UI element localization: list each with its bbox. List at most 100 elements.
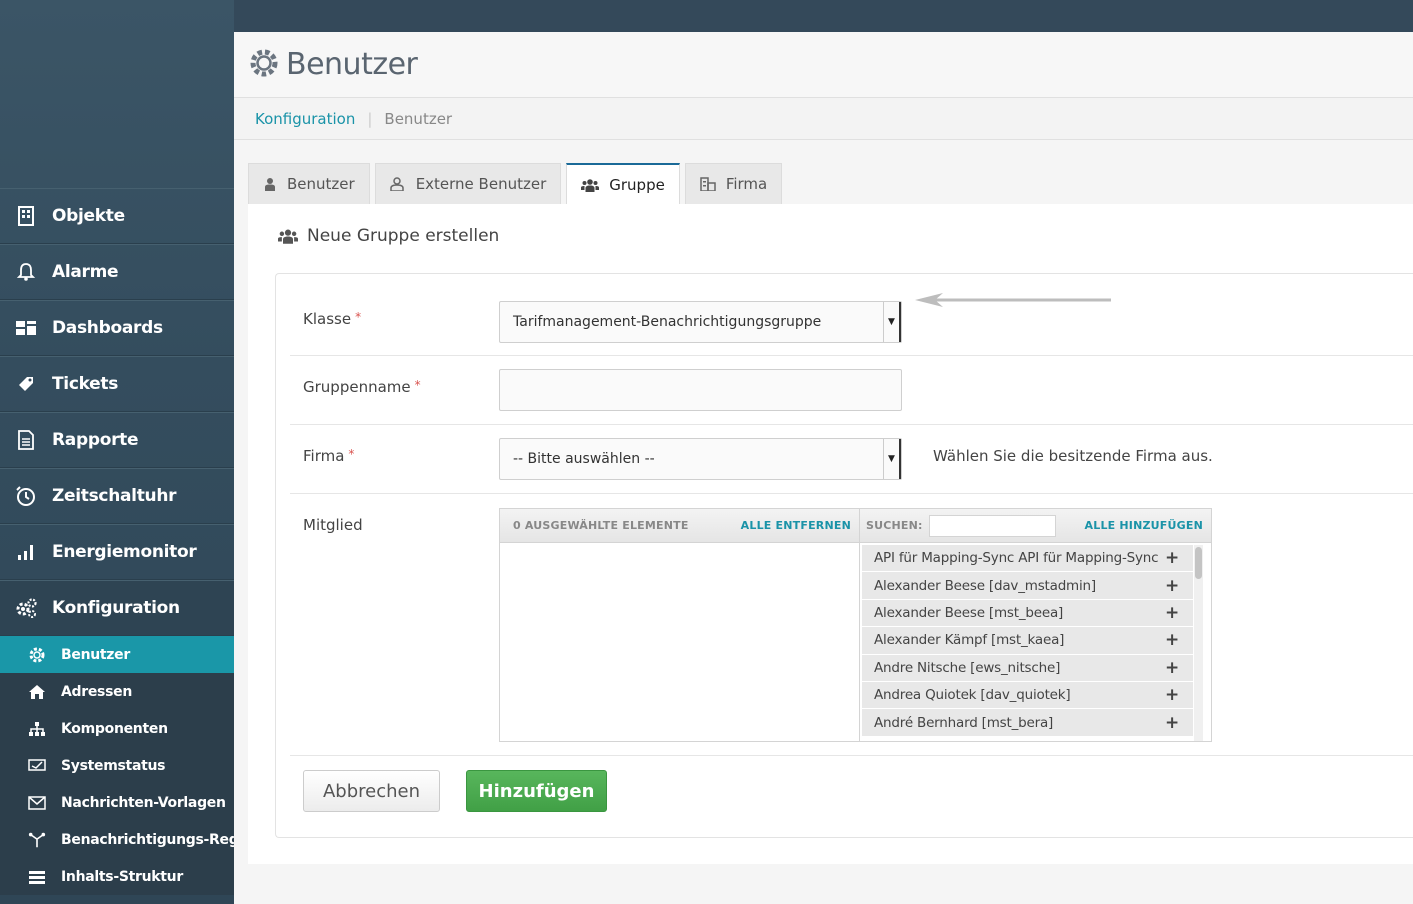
nav-item-zeitschaltuhr[interactable]: Zeitschaltuhr <box>0 468 234 524</box>
member-multiselect: 0 AUSGEWÄHLTE ELEMENTE ALLE ENTFERNEN SU… <box>499 508 1212 742</box>
main-content: Benutzer Konfiguration | Benutzer Benutz… <box>234 32 1413 904</box>
tab-externe-benutzer[interactable]: Externe Benutzer <box>374 163 562 204</box>
home-icon <box>28 683 46 701</box>
mitglied-label: Mitglied <box>303 516 363 534</box>
list-item[interactable]: Andre Nitsche [ews_nitsche] + <box>862 654 1193 682</box>
building-icon <box>14 204 38 228</box>
nav-item-alarme[interactable]: Alarme <box>0 244 234 300</box>
dashboard-icon <box>14 316 38 340</box>
sitemap-icon <box>28 720 46 738</box>
nav-item-label: Energiemonitor <box>52 542 197 562</box>
selected-members-header: 0 AUSGEWÄHLTE ELEMENTE ALLE ENTFERNEN <box>500 509 859 543</box>
external-user-icon <box>389 177 406 191</box>
caret-down-icon: ▼ <box>883 439 901 479</box>
form-row-mitglied: Mitglied 0 AUSGEWÄHLTE ELEMENTE ALLE ENT… <box>290 494 1413 756</box>
required-marker: * <box>355 310 362 324</box>
sidebar-item-label: Adressen <box>61 683 132 700</box>
nav-item-label: Alarme <box>52 262 119 282</box>
available-members-header: SUCHEN: ALLE HINZUFÜGEN <box>860 509 1211 543</box>
ticket-icon <box>14 372 38 396</box>
scrollbar-thumb[interactable] <box>1195 547 1202 579</box>
plus-icon[interactable]: + <box>1165 658 1179 678</box>
document-icon <box>14 428 38 452</box>
list-icon <box>28 868 46 886</box>
sidebar-item-inhalts-struktur[interactable]: Inhalts-Struktur <box>0 858 234 895</box>
gruppenname-input[interactable] <box>499 369 902 411</box>
nav-item-konfiguration[interactable]: Konfiguration <box>0 580 234 636</box>
nav-item-label: Rapporte <box>52 430 139 450</box>
add-all-link[interactable]: ALLE HINZUFÜGEN <box>1085 519 1203 532</box>
sidebar-item-benachrichtigungs-regeln[interactable]: Benachrichtigungs-Regeln <box>0 821 234 858</box>
search-label: SUCHEN: <box>866 519 923 532</box>
page-title: Benutzer <box>286 47 418 82</box>
nav-item-energiemonitor[interactable]: Energiemonitor <box>0 524 234 580</box>
sidebar-item-systemstatus[interactable]: Systemstatus <box>0 747 234 784</box>
selected-count: 0 AUSGEWÄHLTE ELEMENTE <box>513 519 689 532</box>
group-icon <box>278 228 298 244</box>
tab-panel-gruppe: Neue Gruppe erstellen Klasse * Tarifmanag… <box>248 204 1413 864</box>
gear-icon <box>248 47 280 83</box>
tab-label: Externe Benutzer <box>415 175 547 193</box>
nav-item-rapporte[interactable]: Rapporte <box>0 412 234 468</box>
nav-item-tickets[interactable]: Tickets <box>0 356 234 412</box>
subnav-konfiguration: Benutzer Adressen Komponenten Systemstat… <box>0 636 234 895</box>
page-header: Benutzer <box>234 32 1413 98</box>
required-marker: * <box>348 447 355 461</box>
tab-gruppe[interactable]: Gruppe <box>566 163 680 205</box>
sidebar: Objekte Alarme Dashboards Tickets Rappor… <box>0 0 234 904</box>
list-item[interactable]: Alexander Kämpf [mst_kaea] + <box>862 627 1193 655</box>
klasse-select-value: Tarifmanagement-Benachrichtigungsgruppe <box>513 314 822 330</box>
required-marker: * <box>414 378 421 392</box>
tab-firma[interactable]: Firma <box>684 163 783 204</box>
remove-all-link[interactable]: ALLE ENTFERNEN <box>741 519 851 532</box>
firma-select[interactable]: -- Bitte auswählen -- ▼ <box>499 438 902 480</box>
sidebar-item-label: Komponenten <box>61 720 168 737</box>
breadcrumb-link-konfiguration[interactable]: Konfiguration <box>255 110 355 128</box>
caret-down-icon: ▼ <box>883 302 901 342</box>
plus-icon[interactable]: + <box>1165 685 1179 705</box>
add-button[interactable]: Hinzufügen <box>466 770 607 812</box>
sidebar-item-label: Nachrichten-Vorlagen <box>61 794 226 811</box>
panel-title: Neue Gruppe erstellen <box>278 226 499 246</box>
nav-item-label: Konfiguration <box>52 598 180 618</box>
search-wrap: SUCHEN: <box>866 514 1056 537</box>
list-item[interactable]: Alexander Beese [mst_beea] + <box>862 599 1193 628</box>
status-icon <box>28 757 46 775</box>
klasse-label: Klasse * <box>303 310 362 328</box>
nav-item-label: Zeitschaltuhr <box>52 486 177 506</box>
plus-icon[interactable]: + <box>1165 630 1179 650</box>
sidebar-item-benutzer[interactable]: Benutzer <box>0 636 234 673</box>
form-row-klasse: Klasse * Tarifmanagement-Benachrichtigung… <box>290 274 1413 356</box>
list-item[interactable]: API für Mapping-Sync API für Mapping-Syn… <box>862 545 1193 573</box>
search-input[interactable] <box>928 514 1056 537</box>
nav-item-label: Tickets <box>52 374 119 394</box>
nav-item-dashboards[interactable]: Dashboards <box>0 300 234 356</box>
panel-title-text: Neue Gruppe erstellen <box>307 226 500 246</box>
fork-icon <box>28 831 46 849</box>
list-item[interactable]: Alexander Beese [dav_mstadmin] + <box>862 572 1193 600</box>
nav-item-objekte[interactable]: Objekte <box>0 188 234 244</box>
plus-icon[interactable]: + <box>1165 603 1179 623</box>
list-item[interactable]: André Bernhard [mst_bera] + <box>862 709 1193 737</box>
list-item[interactable]: Andrea Quiotek [dav_quiotek] + <box>862 681 1193 710</box>
company-icon <box>700 177 716 191</box>
bell-icon <box>14 260 38 284</box>
nav-item-label: Objekte <box>52 206 125 226</box>
main-nav: Objekte Alarme Dashboards Tickets Rappor… <box>0 188 234 895</box>
sidebar-item-komponenten[interactable]: Komponenten <box>0 710 234 747</box>
list-scrollbar[interactable] <box>1194 545 1203 741</box>
envelope-icon <box>28 794 46 812</box>
plus-icon[interactable]: + <box>1165 576 1179 596</box>
form-row-firma: Firma * -- Bitte auswählen -- ▼ Wählen Si… <box>290 425 1413 494</box>
klasse-select[interactable]: Tarifmanagement-Benachrichtigungsgruppe … <box>499 301 902 343</box>
group-form: Klasse * Tarifmanagement-Benachrichtigung… <box>275 273 1413 838</box>
group-icon <box>581 178 600 192</box>
plus-icon[interactable]: + <box>1165 548 1179 568</box>
sidebar-item-adressen[interactable]: Adressen <box>0 673 234 710</box>
tab-label: Gruppe <box>609 176 665 194</box>
plus-icon[interactable]: + <box>1165 713 1179 733</box>
tab-benutzer[interactable]: Benutzer <box>248 163 370 204</box>
sidebar-item-nachrichten-vorlagen[interactable]: Nachrichten-Vorlagen <box>0 784 234 821</box>
tab-bar: Benutzer Externe Benutzer Gruppe Firma <box>248 163 787 205</box>
cancel-button[interactable]: Abbrechen <box>303 770 440 812</box>
